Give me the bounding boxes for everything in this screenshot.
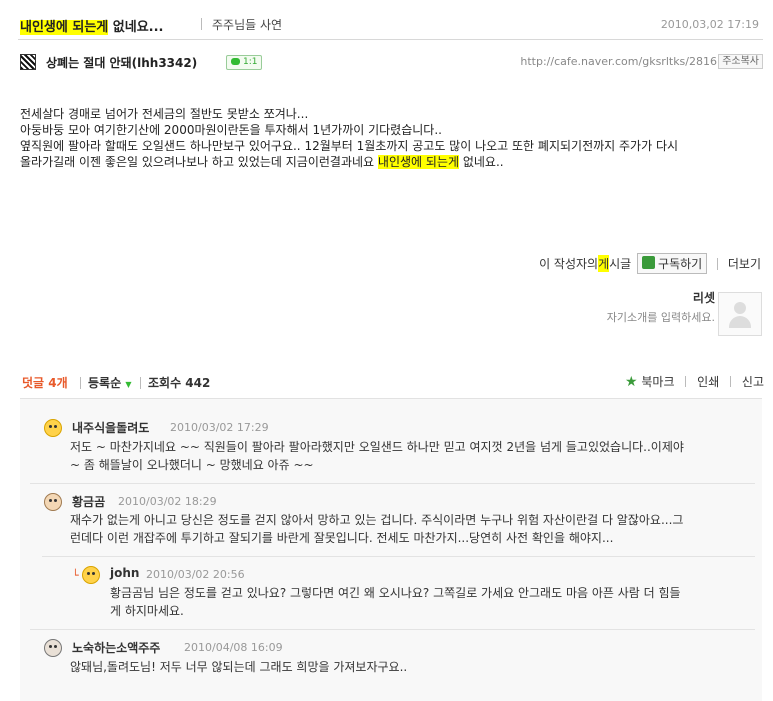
comment-text: ~ 좀 해뜰날이 오나했더니 ~ 망했네요 아쥬 ~~ — [70, 458, 314, 472]
profile-intro: 자기소개를 입력하세요. — [606, 311, 715, 324]
copy-url-button[interactable]: 주소복사 — [718, 54, 763, 69]
body-line: 올라가길래 이젠 좋은일 있으려나보나 하고 있었는데 지금이런결과네요 내인생… — [20, 154, 760, 170]
body-line: 옆직원에 팔아라 할때도 오일샌드 하나만보구 있어구요.. 12월부터 1월초… — [20, 139, 679, 153]
body-line: 전세살다 경매로 넘어가 전세금의 절반도 못받소 쪼겨나... — [20, 107, 309, 121]
post-title-bar: 내인생에 되는게 없네요... 주주님들 사연 2010,03,02 17:19 — [18, 16, 763, 40]
body-line: 아둥바둥 모아 여기한기산에 2000마원이란돈을 투자해서 1년가까이 기다렸… — [20, 123, 442, 137]
comment-text: 런데다 이런 개잡주에 투기하고 잘되기를 바란게 잘못입니다. 전세도 마찬가… — [70, 531, 614, 545]
body-text: 없네요.. — [459, 155, 504, 169]
title-divider — [201, 18, 202, 30]
post-title-highlight: 내인생에 되는게 — [20, 20, 109, 35]
user-avatar-icon — [82, 566, 100, 584]
subscribe-button[interactable]: 구독하기 — [637, 253, 708, 274]
divider — [140, 377, 141, 389]
author-posts-text: 이 작성자의 — [539, 257, 599, 271]
chat-badge[interactable]: 1:1 — [226, 55, 262, 70]
comment-author[interactable]: 황금곰 — [72, 493, 105, 510]
bookmark-button[interactable]: ★ 북마크 — [625, 373, 675, 390]
comment-bar-actions: ★ 북마크 인쇄 신고 — [625, 373, 764, 390]
sort-order-label: 등록순 — [88, 376, 122, 390]
star-icon: ★ — [624, 373, 638, 390]
author-posts-link[interactable]: 이 작성자의 게시글 — [539, 255, 631, 272]
rss-icon — [642, 256, 656, 269]
comment-count-toggle[interactable]: 덧글 4개 — [22, 374, 68, 391]
comment-date: 2010/03/02 20:56 — [146, 568, 245, 581]
reply-arrow-icon: └ — [72, 569, 79, 582]
more-link[interactable]: 더보기 — [728, 255, 761, 272]
author-posts-highlight: 게 — [598, 255, 610, 272]
caret-down-icon: ▼ — [125, 380, 132, 389]
report-button[interactable]: 신고 — [742, 373, 764, 390]
sort-order-dropdown[interactable]: 등록순 ▼ — [88, 374, 131, 391]
divider — [730, 376, 732, 387]
post-body: 전세살다 경매로 넘어가 전세금의 절반도 못받소 쪼겨나... 아둥바둥 모아… — [20, 106, 760, 170]
comment-text: 황금곰님 님은 정도를 걷고 있나요? 그렇다면 여긴 왜 오시나요? 그쪽길로… — [110, 586, 681, 600]
user-avatar-icon — [44, 493, 62, 511]
body-highlight: 내인생에 되는게 — [377, 155, 460, 169]
comment-text: 게 하지마세요. — [110, 604, 184, 618]
avatar-head — [734, 302, 746, 314]
chat-badge-label: 1:1 — [243, 57, 258, 67]
comment-date: 2010/04/08 16:09 — [184, 641, 283, 654]
divider — [685, 376, 687, 387]
post-title: 내인생에 되는게 없네요... — [20, 16, 163, 35]
author-row: 상폐는 절대 안돼(lhh3342) 1:1 http://cafe.naver… — [20, 52, 765, 74]
comment-author[interactable]: 노숙하는소액주주 — [72, 639, 160, 656]
subscribe-label: 구독하기 — [658, 257, 703, 271]
comment-divider — [42, 556, 755, 557]
post-title-rest: 없네요... — [108, 20, 164, 35]
view-count: 조회수 442 — [148, 376, 211, 390]
comment-bar: 덧글 4개 등록순 ▼ 조회수 442 ★ 북마크 인쇄 신고 — [22, 371, 764, 393]
comment-date: 2010/03/02 18:29 — [118, 495, 217, 508]
comment-text: 않돼님,돌려도님! 저두 너무 않되는데 그래도 희망을 가져보자구요.. — [70, 660, 408, 674]
comment-author[interactable]: 내주식을돌려도 — [72, 419, 149, 436]
chat-bubble-icon — [231, 58, 240, 65]
body-text: 올라가길래 이젠 좋은일 있으려나보나 하고 있었는데 지금이런결과네요 — [20, 155, 378, 169]
user-avatar-icon — [44, 419, 62, 437]
profile-avatar-icon — [718, 292, 762, 336]
comment-author[interactable]: john — [110, 566, 139, 580]
author-avatar-icon — [20, 54, 36, 70]
author-name-link[interactable]: 상폐는 절대 안돼(lhh3342) — [46, 54, 197, 71]
comment-date: 2010/03/02 17:29 — [170, 421, 269, 434]
profile-name: 리셋 — [692, 291, 715, 305]
post-actions: 이 작성자의 게시글 구독하기 더보기 — [539, 253, 761, 274]
actions-divider — [717, 257, 719, 270]
comment-divider — [30, 483, 755, 484]
comment-text: 재수가 없는게 아니고 당신은 정도를 걷지 않아서 망하고 있는 겁니다. 주… — [70, 513, 684, 527]
comments-list: 내주식을돌려도 2010/03/02 17:29 저도 ~ 마찬가지네요 ~~ … — [20, 398, 762, 701]
user-avatar-icon — [44, 639, 62, 657]
avatar-shoulders — [729, 316, 751, 328]
author-posts-text: 시글 — [609, 257, 632, 271]
comment-text: 저도 ~ 마찬가지네요 ~~ 직원들이 팔아라 팔아라했지만 오일샌드 하나만 … — [70, 440, 684, 454]
bookmark-label: 북마크 — [641, 375, 675, 389]
divider — [80, 377, 81, 389]
post-url: http://cafe.naver.com/gksrltks/2816 — [520, 55, 717, 68]
board-name-link[interactable]: 주주님들 사연 — [212, 16, 282, 33]
post-date: 2010,03,02 17:19 — [660, 18, 759, 31]
comment-divider — [30, 629, 755, 630]
print-button[interactable]: 인쇄 — [697, 373, 719, 390]
